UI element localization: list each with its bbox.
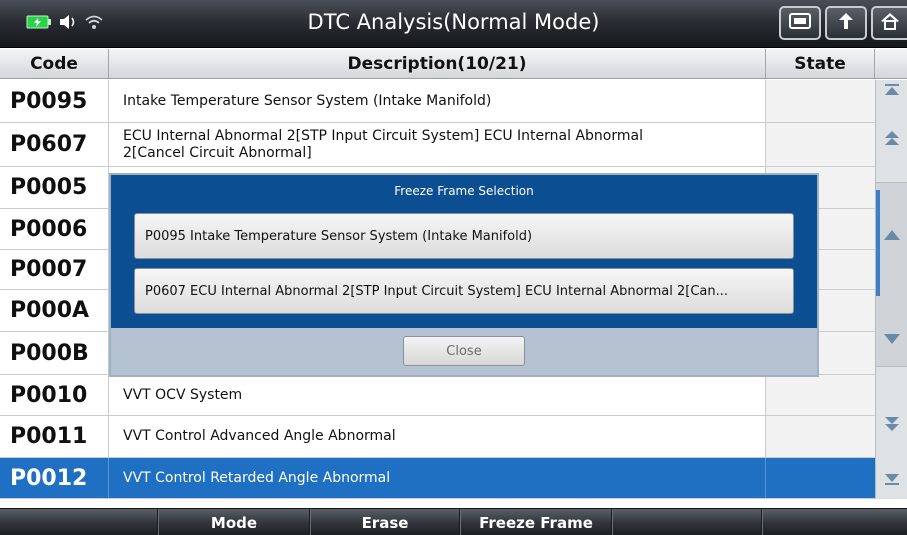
header-scroll-spacer: [875, 49, 907, 78]
dtc-description: VVT Control Advanced Angle Abnormal: [109, 416, 766, 457]
dialog-footer: Close: [111, 328, 817, 375]
home-icon: [879, 10, 901, 36]
close-button[interactable]: Close: [403, 336, 525, 366]
scroll-page-down-button[interactable]: [876, 398, 907, 454]
table-header: Code Description(10/21) State: [0, 49, 907, 79]
freeze-frame-dialog: Freeze Frame Selection P0095 Intake Temp…: [109, 173, 819, 377]
scroll-bottom-button[interactable]: [876, 465, 907, 495]
dtc-code: P0095: [0, 80, 109, 122]
dtc-code: P0012: [0, 458, 109, 498]
dtc-description: Intake Temperature Sensor System (Intake…: [109, 80, 766, 122]
window-title: DTC Analysis(Normal Mode): [307, 10, 600, 34]
dtc-state: [766, 416, 875, 457]
dtc-description: ECU Internal Abnormal 2[STP Input Circui…: [109, 123, 766, 166]
dtc-code: P0011: [0, 416, 109, 457]
header-code: Code: [0, 49, 109, 78]
screenshot-icon: [788, 11, 812, 35]
freeze-frame-button[interactable]: Freeze Frame: [460, 509, 612, 535]
dtc-code: P0005: [0, 167, 109, 208]
dtc-code: P0006: [0, 209, 109, 249]
toolbar-slot-empty: [0, 509, 158, 535]
table-row[interactable]: P0010 VVT OCV System: [0, 375, 875, 416]
table-row-selected[interactable]: P0012 VVT Control Retarded Angle Abnorma…: [0, 458, 875, 499]
mode-button[interactable]: Mode: [158, 509, 310, 535]
dtc-state: [766, 458, 875, 498]
scroll-up-button[interactable]: [876, 208, 907, 264]
toolbar-slot-empty: [612, 509, 762, 535]
dtc-state: [766, 375, 875, 415]
scroll-column: [875, 80, 907, 499]
toolbar-slot-empty: [762, 509, 907, 535]
freeze-frame-option[interactable]: P0607 ECU Internal Abnormal 2[STP Input …: [134, 268, 794, 314]
erase-button[interactable]: Erase: [310, 509, 460, 535]
dtc-description: VVT Control Retarded Angle Abnormal: [109, 458, 766, 498]
scroll-bottom-icon: [883, 471, 901, 490]
title-bar: DTC Analysis(Normal Mode): [0, 0, 907, 48]
header-description: Description(10/21): [109, 49, 766, 78]
home-button[interactable]: [871, 6, 907, 40]
dtc-code: P0007: [0, 250, 109, 289]
dtc-description: VVT OCV System: [109, 375, 766, 415]
scroll-down-button[interactable]: [876, 312, 907, 368]
scroll-top-button[interactable]: [876, 80, 907, 102]
scroll-page-up-button[interactable]: [876, 112, 907, 168]
chevron-up-icon: [883, 227, 901, 246]
back-button[interactable]: [825, 6, 867, 40]
dtc-code: P000A: [0, 290, 109, 331]
bottom-toolbar: Mode Erase Freeze Frame: [0, 508, 907, 535]
back-icon: [835, 10, 857, 36]
dtc-code: P0607: [0, 123, 109, 166]
table-row[interactable]: P0095 Intake Temperature Sensor System (…: [0, 80, 875, 123]
dialog-title: Freeze Frame Selection: [394, 184, 534, 198]
dtc-code: P000B: [0, 332, 109, 374]
chevron-down-icon: [883, 331, 901, 350]
dtc-state: [766, 80, 875, 122]
top-buttons: [779, 6, 907, 40]
double-chevron-down-icon: [883, 415, 901, 437]
scroll-top-icon: [883, 82, 901, 101]
table-row[interactable]: P0607 ECU Internal Abnormal 2[STP Input …: [0, 123, 875, 167]
header-state: State: [766, 49, 875, 78]
screenshot-button[interactable]: [779, 6, 821, 40]
double-chevron-up-icon: [883, 129, 901, 151]
dtc-code: P0010: [0, 375, 109, 415]
dtc-state: [766, 123, 875, 166]
freeze-frame-option[interactable]: P0095 Intake Temperature Sensor System (…: [134, 213, 794, 259]
table-row[interactable]: P0011 VVT Control Advanced Angle Abnorma…: [0, 416, 875, 458]
